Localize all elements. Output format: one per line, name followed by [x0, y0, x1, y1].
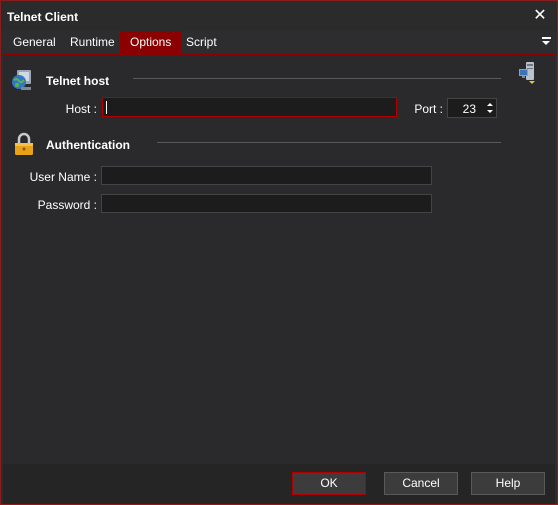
spin-down-icon[interactable]: [484, 108, 496, 117]
port-stepper[interactable]: 23: [447, 98, 497, 118]
close-icon[interactable]: ✕: [529, 6, 551, 26]
host-input[interactable]: [102, 97, 397, 117]
section-divider: [157, 142, 501, 143]
password-input[interactable]: [101, 194, 432, 213]
port-label: Port :: [414, 102, 443, 116]
telnet-client-dialog: Telnet Client ✕ General Runtime Options …: [0, 0, 558, 505]
cancel-button[interactable]: Cancel: [384, 472, 458, 495]
port-value: 23: [462, 102, 476, 116]
tab-script[interactable]: Script: [180, 31, 223, 54]
authentication-heading: Authentication: [46, 138, 130, 152]
window-title: Telnet Client: [7, 10, 79, 24]
telnet-host-heading: Telnet host: [46, 74, 110, 88]
text-caret: [106, 101, 107, 114]
username-input[interactable]: [101, 166, 432, 185]
padlock-icon: [15, 132, 33, 155]
tab-general[interactable]: General: [7, 31, 62, 54]
tab-runtime[interactable]: Runtime: [64, 31, 121, 54]
network-computer-icon: [519, 62, 535, 84]
tab-bar: General Runtime Options Script: [1, 31, 557, 54]
help-button[interactable]: Help: [471, 472, 545, 495]
password-label: Password :: [37, 198, 97, 212]
options-panel: Telnet host Host : Port : 23 Authenticat…: [3, 54, 555, 464]
ok-button[interactable]: OK: [292, 472, 366, 495]
host-label: Host :: [65, 102, 97, 116]
tab-options[interactable]: Options: [120, 31, 182, 54]
tab-overflow-menu-icon[interactable]: [539, 35, 553, 49]
title-bar: Telnet Client ✕: [1, 1, 557, 31]
section-divider: [133, 78, 501, 79]
username-label: User Name :: [29, 170, 97, 184]
globe-computer-icon: [12, 70, 31, 90]
dialog-footer: OK Cancel Help: [3, 464, 555, 504]
